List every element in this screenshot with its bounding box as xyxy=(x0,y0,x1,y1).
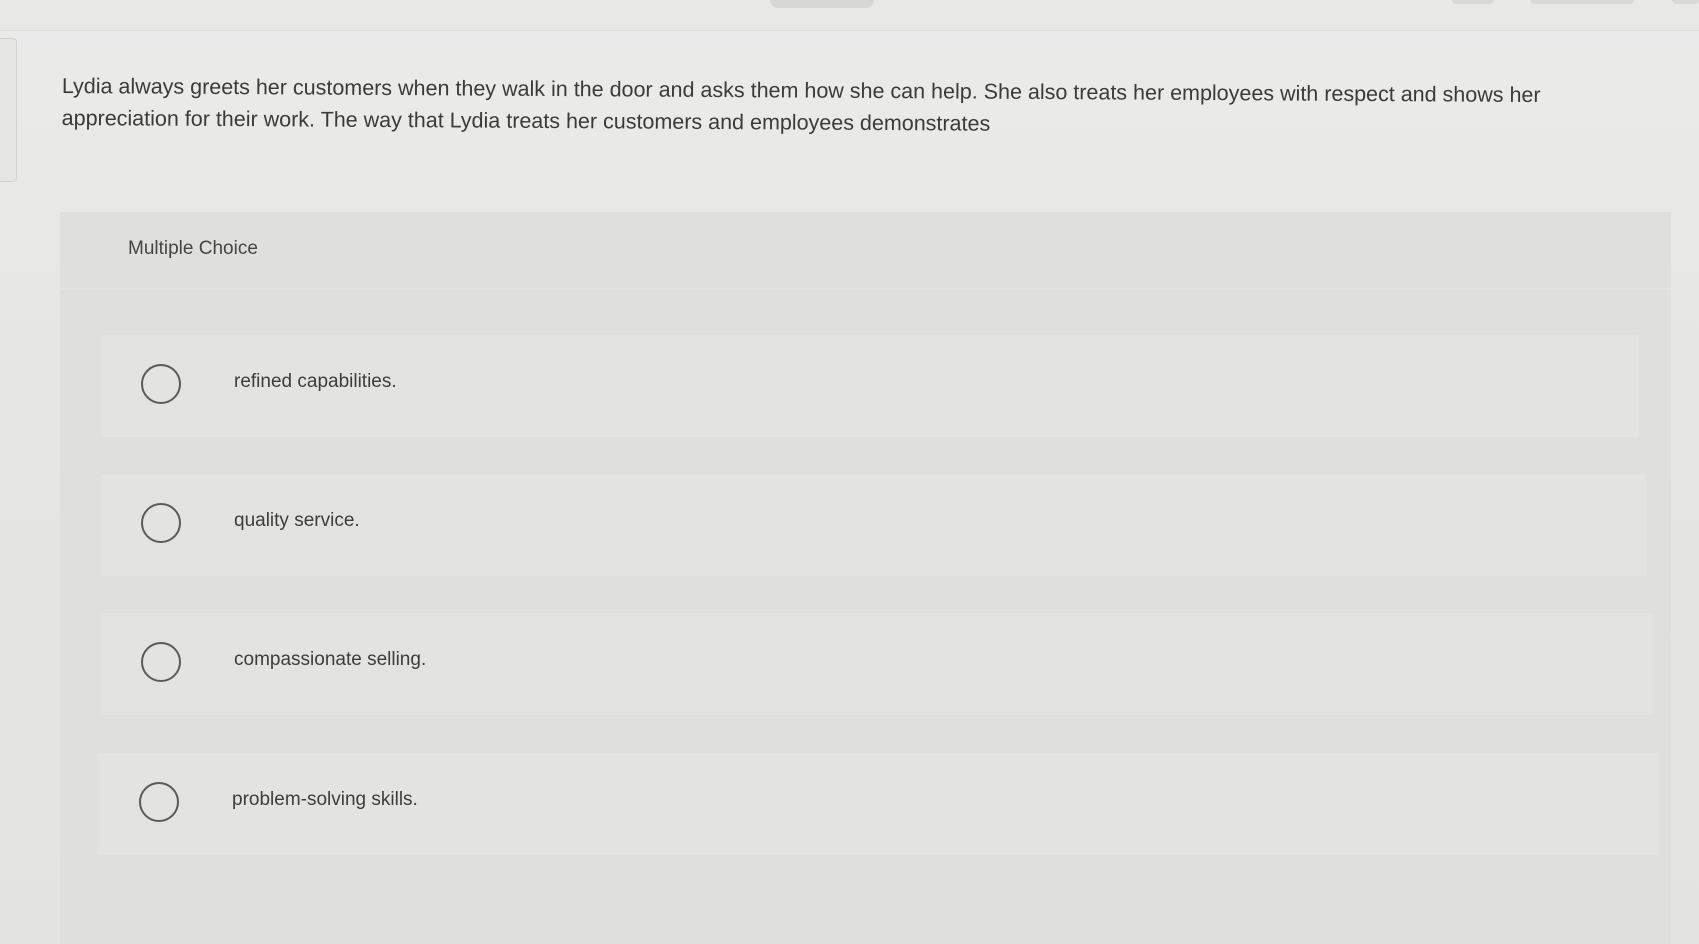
radio-button-icon[interactable] xyxy=(141,503,181,543)
option-label: refined capabilities. xyxy=(234,371,397,392)
radio-button-icon[interactable] xyxy=(139,782,179,822)
left-sidebar-handle[interactable] xyxy=(0,38,17,182)
multiple-choice-panel: Multiple Choice refined capabilities. qu… xyxy=(60,212,1671,944)
answer-option-1[interactable]: refined capabilities. xyxy=(101,335,1639,437)
answer-option-2[interactable]: quality service. xyxy=(101,474,1646,576)
option-label: problem-solving skills. xyxy=(232,789,418,810)
save-exit-button[interactable] xyxy=(1530,0,1634,4)
option-label: quality service. xyxy=(234,510,360,531)
option-label: compassionate selling. xyxy=(234,649,427,670)
radio-button-icon[interactable] xyxy=(141,642,181,682)
multiple-choice-label: Multiple Choice xyxy=(128,238,258,259)
submit-button[interactable] xyxy=(1672,0,1699,4)
top-toolbar xyxy=(0,0,1699,31)
toolbar-tab[interactable] xyxy=(770,0,874,8)
help-button[interactable] xyxy=(1452,0,1494,4)
radio-button-icon[interactable] xyxy=(141,364,181,404)
panel-divider xyxy=(60,288,1671,290)
answer-option-3[interactable]: compassionate selling. xyxy=(101,613,1653,715)
answer-option-4[interactable]: problem-solving skills. xyxy=(99,753,1659,855)
quiz-page: Lydia always greets her customers when t… xyxy=(0,0,1699,944)
question-text: Lydia always greets her customers when t… xyxy=(61,73,1541,136)
